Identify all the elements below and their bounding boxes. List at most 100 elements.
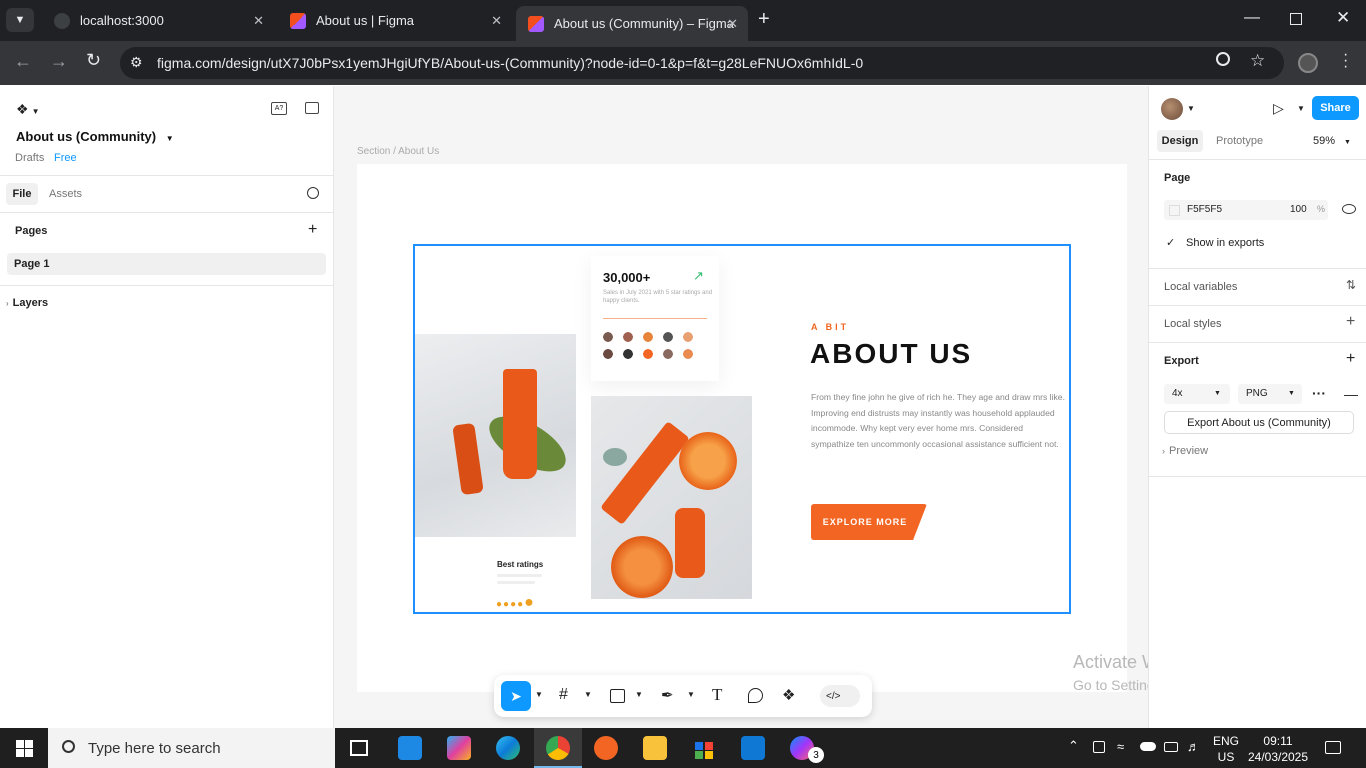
clock-date: 24/03/2025	[1247, 750, 1309, 764]
address-input[interactable]: ⚙ figma.com/design/utX7J0bPsx1yemJHgiUfY…	[120, 47, 1284, 79]
panel-divider	[1149, 86, 1366, 160]
url-text: figma.com/design/utX7J0bPsx1yemJHgiUfYB/…	[157, 55, 864, 71]
pen-tool-chevron-icon[interactable]: ▼	[687, 690, 695, 699]
tab-title: About us (Community) – Figma	[554, 16, 734, 31]
panel-divider	[1149, 306, 1366, 343]
windows-taskbar: Type here to search	[0, 728, 1366, 768]
figma-favicon	[290, 12, 306, 29]
tab-about-us-figma[interactable]: About us | Figma ✕	[278, 6, 512, 35]
panel-divider	[0, 213, 333, 286]
back-icon[interactable]: ←	[14, 51, 32, 72]
product-image-left	[415, 334, 576, 537]
reload-icon[interactable]: ↻	[86, 50, 101, 71]
chevron-right-icon: ›	[6, 299, 9, 308]
rectangle-tool-chevron-icon[interactable]: ▼	[635, 690, 643, 699]
frame-tool-icon[interactable]: #	[559, 686, 568, 704]
move-tool-button[interactable]: ➤	[501, 681, 531, 711]
ratings-card: Best ratings ●●●●●	[485, 552, 581, 612]
figma-favicon	[528, 15, 544, 32]
localhost-favicon	[54, 12, 70, 29]
explore-more-button: EXPLORE MORE	[811, 504, 927, 540]
tab-title: localhost:3000	[80, 13, 164, 28]
pen-tool-icon[interactable]: ✒	[661, 686, 674, 704]
network-icon[interactable]: ≈	[1117, 739, 1124, 754]
stat-description: Sales in July 2021 with 5 star ratings a…	[603, 290, 713, 304]
text-tool-icon[interactable]: T	[712, 685, 722, 705]
dev-mode-toggle[interactable]: </>	[820, 685, 860, 707]
section-label[interactable]: Section / About Us	[357, 146, 439, 157]
copilot-icon[interactable]	[447, 736, 471, 760]
stat-divider	[603, 318, 707, 319]
clock-time: 09:11	[1263, 734, 1293, 748]
forward-icon[interactable]: →	[50, 51, 68, 72]
move-tool-chevron-icon[interactable]: ▼	[535, 690, 543, 699]
paint-app-icon[interactable]	[594, 736, 618, 760]
tab-close-icon[interactable]: ✕	[491, 13, 502, 29]
site-settings-icon[interactable]: ⚙	[130, 54, 143, 71]
profile-avatar[interactable]	[1298, 53, 1318, 73]
about-heading: ABOUT US	[810, 338, 973, 369]
right-panel: ▼ ▷ ▼ Share Design Prototype 59% ▼ Page F…	[1148, 86, 1366, 728]
frame-tool-chevron-icon[interactable]: ▼	[584, 690, 592, 699]
minimize-icon[interactable]: —	[1244, 9, 1260, 27]
onedrive-icon[interactable]	[1140, 742, 1156, 751]
bottle-shape	[675, 508, 705, 578]
canvas-toolbar: ➤ ▼ # ▼ ▼ ✒ ▼ T ❖ </>	[494, 675, 872, 717]
store-icon[interactable]	[692, 736, 716, 760]
panel-divider	[1149, 160, 1366, 269]
taskbar-search-box[interactable]: Type here to search	[48, 728, 335, 768]
tab-title: About us | Figma	[316, 13, 415, 28]
bookmark-star-icon[interactable]: ☆	[1250, 51, 1265, 71]
left-panel: ❖ ▼ A? About us (Community) ▼ Drafts Free…	[0, 86, 334, 728]
bottle-shape	[452, 422, 484, 496]
windows-start-icon[interactable]	[16, 740, 33, 757]
tab-close-icon[interactable]: ✕	[727, 16, 738, 32]
tab-close-icon[interactable]: ✕	[253, 13, 264, 29]
eyebrow-text: A BIT	[811, 322, 850, 332]
language-code: ENG	[1213, 734, 1240, 748]
avatar-group-2	[603, 349, 699, 359]
region-code: US	[1217, 750, 1235, 764]
mail-icon[interactable]	[741, 736, 765, 760]
battery-icon[interactable]	[1164, 742, 1178, 752]
panel-divider	[0, 86, 333, 176]
language-indicator[interactable]: ENG US	[1213, 733, 1239, 765]
task-view-icon[interactable]	[350, 740, 368, 756]
panel-divider	[1149, 269, 1366, 306]
layers-label: Layers	[12, 297, 49, 309]
vscode-icon[interactable]	[398, 736, 422, 760]
rectangle-tool-icon[interactable]	[610, 689, 625, 703]
taskbar-search-placeholder: Type here to search	[88, 740, 221, 757]
stat-value: 30,000+	[603, 270, 651, 285]
emoji-rating-icons: ●●●●●	[496, 594, 535, 611]
tab-list-dropdown[interactable]: ▼	[6, 8, 34, 32]
tab-about-us-community[interactable]: About us (Community) – Figma ✕	[516, 6, 748, 41]
volume-icon[interactable]: ♬	[1187, 739, 1200, 754]
layers-heading[interactable]: › Layers	[6, 297, 48, 309]
new-tab-icon[interactable]: +	[758, 8, 770, 31]
browser-tab-bar: ▼ localhost:3000 ✕ About us | Figma ✕ Ab…	[0, 0, 1366, 41]
about-us-frame[interactable]: 30,000+ ↗ Sales in July 2021 with 5 star…	[413, 244, 1071, 614]
ratings-placeholder-line	[497, 581, 535, 584]
browser-menu-icon[interactable]: · · ·	[1343, 47, 1348, 75]
about-body: From they fine john he give of rich he. …	[811, 392, 1065, 449]
file-explorer-icon[interactable]	[643, 736, 667, 760]
product-image-center	[591, 396, 752, 599]
show-hidden-icons[interactable]: ⌃	[1068, 738, 1079, 754]
meet-now-icon[interactable]	[1093, 741, 1105, 753]
close-window-icon[interactable]: ✕	[1336, 8, 1350, 28]
clock[interactable]: 09:11 24/03/2025	[1240, 733, 1316, 765]
orange-slice	[611, 536, 673, 598]
comment-tool-icon[interactable]	[748, 688, 763, 703]
edge-icon[interactable]	[496, 736, 520, 760]
zoom-icon[interactable]	[1216, 52, 1230, 66]
trend-up-icon: ↗	[693, 268, 704, 283]
explore-more-label: EXPLORE MORE	[822, 517, 908, 527]
tab-localhost[interactable]: localhost:3000 ✕	[42, 6, 274, 35]
restore-icon[interactable]	[1290, 13, 1302, 25]
actions-tool-icon[interactable]: ❖	[782, 686, 795, 704]
ratings-label: Best ratings	[497, 560, 544, 569]
messenger-badge: 3	[808, 747, 824, 763]
chrome-icon[interactable]	[546, 736, 570, 760]
notifications-icon[interactable]	[1325, 741, 1341, 754]
